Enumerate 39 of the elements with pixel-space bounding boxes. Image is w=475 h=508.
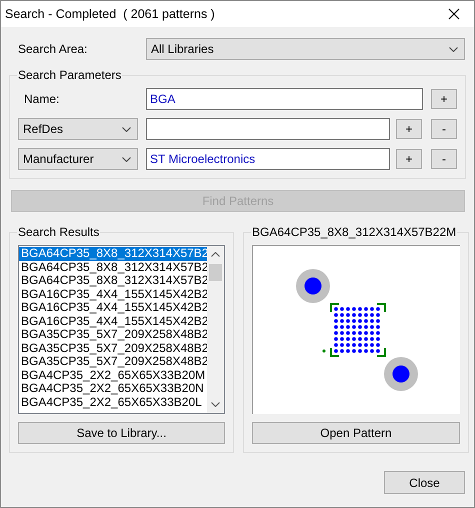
chevron-icon xyxy=(449,46,458,52)
chevron-icon xyxy=(122,126,131,132)
list-item[interactable]: BGA4CP35_2X2_65X65X33B20N xyxy=(19,382,207,396)
field-dropdown[interactable]: Manufacturer xyxy=(18,148,138,170)
text-field[interactable]: BGA xyxy=(146,88,423,110)
remove-button[interactable]: - xyxy=(431,119,457,139)
group-title: BGA64CP35_8X8_312X314X57B22M xyxy=(251,225,458,240)
scroll-down-icon[interactable] xyxy=(211,402,220,407)
window-title: Search - Completed ( 2061 patterns ) xyxy=(5,6,215,22)
list-item[interactable]: BGA35CP35_5X7_209X258X48B2 xyxy=(19,342,207,355)
add-button[interactable]: + xyxy=(431,89,457,109)
field-label: Name: xyxy=(23,92,60,106)
list-item[interactable]: BGA16CP35_4X4_155X145X42B2 xyxy=(19,288,207,301)
text-field[interactable] xyxy=(146,118,390,140)
list-item[interactable]: BGA16CP35_4X4_155X145X42B2 xyxy=(19,314,207,328)
chevron-icon xyxy=(122,156,131,162)
list-item[interactable]: BGA4CP35_2X2_65X65X33B20L xyxy=(19,396,207,409)
list-item[interactable]: BGA64CP35_8X8_312X314X57B2 xyxy=(19,247,207,260)
scroll-up-icon[interactable] xyxy=(211,252,220,257)
add-button[interactable]: + xyxy=(396,149,422,169)
text-field[interactable]: ST Microelectronics xyxy=(146,148,390,170)
add-button[interactable]: + xyxy=(396,119,422,139)
close-button[interactable]: Close xyxy=(384,471,465,494)
list-item[interactable]: BGA64CP35_8X8_312X314X57B2 xyxy=(19,260,207,274)
scroll-thumb[interactable] xyxy=(209,264,222,281)
list-item[interactable]: BGA16CP35_4X4_155X145X42B2 xyxy=(19,301,207,314)
list-item[interactable]: BGA64CP35_8X8_312X314X57B2 xyxy=(19,274,207,288)
search-area-dropdown[interactable]: All Libraries xyxy=(146,38,465,60)
search-area-label: Search Area: xyxy=(18,42,88,56)
field-dropdown[interactable]: RefDes xyxy=(18,118,138,140)
remove-button[interactable]: - xyxy=(431,149,457,169)
group-title: Search Results xyxy=(17,225,100,240)
list-item[interactable]: BGA35CP35_5X7_209X258X48B2 xyxy=(19,355,207,368)
list-item[interactable]: BGA4CP35_2X2_65X65X33B20M xyxy=(19,368,207,382)
scrollbar[interactable] xyxy=(207,246,224,413)
list-item[interactable]: BGA35CP35_5X7_209X258X48B2 xyxy=(19,328,207,342)
save-to-library-button[interactable]: Save to Library... xyxy=(18,422,225,444)
open-pattern-button[interactable]: Open Pattern xyxy=(252,422,460,444)
group-title: Search Parameters xyxy=(17,68,122,82)
